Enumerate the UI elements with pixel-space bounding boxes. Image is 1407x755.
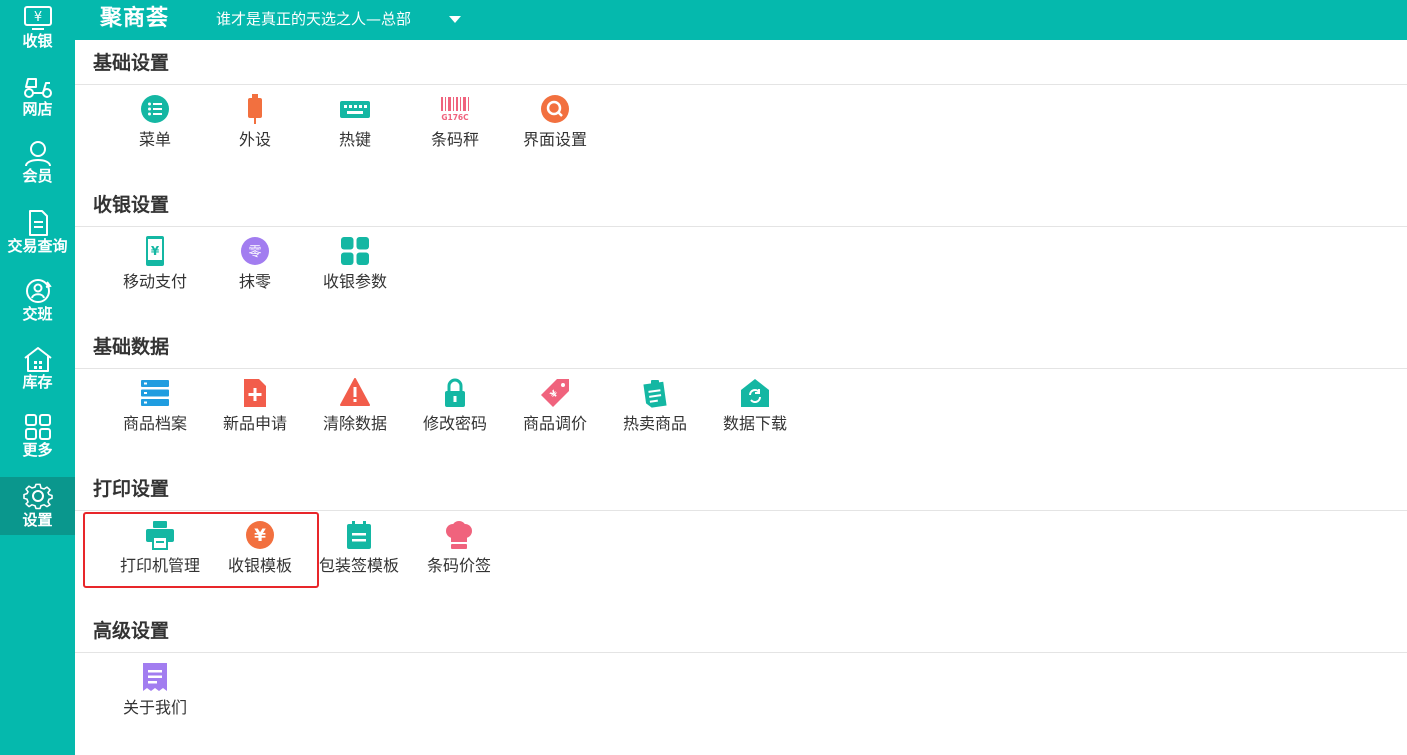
- barcode-icon: G176C: [441, 97, 469, 122]
- chef-hat-icon: [446, 521, 472, 549]
- lock-icon: [445, 378, 465, 407]
- sidebar-item-shift[interactable]: 交班: [0, 278, 75, 336]
- tile-label: 关于我们: [122, 698, 187, 717]
- hot-sale-icon: [643, 380, 667, 408]
- tile-label: 界面设置: [522, 130, 587, 149]
- tile-label: 抹零: [238, 272, 271, 291]
- tile-packaging-label-template[interactable]: 包装签模板: [309, 520, 409, 580]
- tile-label: 移动支付: [122, 272, 187, 291]
- grid-icon: [24, 414, 51, 440]
- tile-clear-data[interactable]: 清除数据: [305, 378, 405, 438]
- tile-label: 商品档案: [122, 414, 187, 433]
- sidebar-item-label: 会员: [22, 167, 53, 185]
- sidebar: ¥ 收银 网店 会员 交易查询 交班 库存 更多 设置: [0, 0, 75, 755]
- section-divider: [75, 652, 1407, 653]
- tile-change-password[interactable]: 修改密码: [405, 378, 505, 438]
- parameters-icon: [341, 237, 369, 265]
- highlight-box: [83, 512, 319, 588]
- tile-label: 修改密码: [422, 414, 487, 433]
- mobile-pay-icon: ¥: [146, 236, 164, 266]
- warehouse-icon: [23, 347, 52, 372]
- gear-icon: [22, 483, 53, 510]
- sidebar-item-label: 交班: [22, 305, 53, 323]
- tile-label: 数据下载: [722, 414, 787, 433]
- cashier-icon: ¥: [23, 6, 52, 30]
- tile-round-off[interactable]: 零 抹零: [205, 236, 305, 296]
- app-logo: 聚商荟: [100, 6, 170, 31]
- section-divider: [75, 368, 1407, 369]
- warning-icon: [340, 378, 370, 406]
- round-off-icon: 零: [241, 237, 269, 265]
- top-bar: 聚商荟 谁才是真正的天选之人—总部: [75, 0, 1407, 40]
- document-icon: [28, 210, 48, 236]
- price-tag-icon: ¥: [541, 379, 569, 407]
- tile-about-us[interactable]: 关于我们: [105, 662, 205, 722]
- tile-hotkey[interactable]: 热键: [305, 94, 405, 154]
- tile-peripheral[interactable]: 外设: [205, 94, 305, 154]
- tile-label: 包装签模板: [318, 556, 399, 575]
- new-product-icon: [244, 379, 266, 407]
- tile-label: 条码价签: [426, 556, 491, 575]
- tile-label: 商品调价: [522, 414, 587, 433]
- tile-new-product[interactable]: 新品申请: [205, 378, 305, 438]
- delivery-scooter-icon: [23, 78, 52, 98]
- sidebar-item-cashier[interactable]: ¥ 收银: [0, 5, 75, 63]
- tile-hot-sale[interactable]: 热卖商品: [605, 378, 705, 438]
- sidebar-item-label: 设置: [22, 511, 53, 529]
- tile-label: 条码秤: [430, 130, 479, 149]
- tile-label: 收银参数: [322, 272, 387, 291]
- tile-label: 外设: [238, 130, 271, 149]
- section-title-print-settings: 打印设置: [93, 478, 170, 500]
- tile-barcode-scale[interactable]: G176C 条码秤: [405, 94, 505, 154]
- calendar-icon: [347, 521, 371, 549]
- tile-price-adjust[interactable]: ¥ 商品调价: [505, 378, 605, 438]
- round-off-icon-text: 零: [248, 245, 261, 260]
- svg-text:¥: ¥: [151, 244, 160, 258]
- tile-label: 清除数据: [322, 414, 387, 433]
- keyboard-icon: [340, 101, 370, 118]
- shift-icon: [25, 279, 52, 303]
- section-title-cashier-settings: 收银设置: [93, 194, 170, 216]
- sidebar-item-member[interactable]: 会员: [0, 140, 75, 198]
- peripheral-icon: [248, 94, 262, 124]
- tile-label: 热键: [338, 130, 371, 149]
- tile-mobile-pay[interactable]: ¥ 移动支付: [105, 236, 205, 296]
- barcode-icon-text: G176C: [441, 113, 469, 122]
- section-divider: [75, 510, 1407, 511]
- tile-product-archive[interactable]: 商品档案: [105, 378, 205, 438]
- sidebar-item-inventory[interactable]: 库存: [0, 346, 75, 404]
- tile-cashier-parameters[interactable]: 收银参数: [305, 236, 405, 296]
- chevron-down-icon[interactable]: [449, 16, 461, 23]
- section-title-basic-settings: 基础设置: [93, 52, 170, 74]
- settings-panel: 基础设置 菜单 外设 热键 G176C 条码秤 界面设置 收银设置 ¥ 移动支付…: [75, 40, 1407, 755]
- data-download-icon: [741, 379, 769, 407]
- sidebar-item-label: 收银: [22, 32, 53, 50]
- store-selector[interactable]: 谁才是真正的天选之人—总部: [216, 9, 411, 29]
- tile-label: 热卖商品: [622, 414, 687, 433]
- section-divider: [75, 84, 1407, 85]
- member-icon: [24, 141, 51, 166]
- sidebar-item-transactions[interactable]: 交易查询: [0, 210, 75, 268]
- section-title-advanced-settings: 高级设置: [93, 620, 170, 642]
- tile-menu[interactable]: 菜单: [105, 94, 205, 154]
- sidebar-item-more[interactable]: 更多: [0, 414, 75, 472]
- sidebar-item-settings[interactable]: 设置: [0, 477, 75, 535]
- section-divider: [75, 226, 1407, 227]
- sidebar-item-label: 交易查询: [7, 237, 68, 255]
- interface-search-icon: [541, 95, 569, 123]
- sidebar-item-label: 库存: [22, 373, 53, 391]
- sidebar-item-online-store[interactable]: 网店: [0, 73, 75, 131]
- product-archive-icon: [141, 380, 169, 406]
- about-icon: [143, 663, 167, 691]
- menu-list-icon: [141, 95, 169, 123]
- section-title-basic-data: 基础数据: [93, 336, 170, 358]
- tile-barcode-price-label[interactable]: 条码价签: [409, 520, 509, 580]
- tile-label: 菜单: [138, 130, 171, 149]
- tile-label: 新品申请: [222, 414, 287, 433]
- tile-data-download[interactable]: 数据下载: [705, 378, 805, 438]
- sidebar-item-label: 网店: [22, 100, 53, 118]
- svg-text:¥: ¥: [33, 10, 41, 25]
- sidebar-item-label: 更多: [22, 441, 53, 459]
- tile-interface-settings[interactable]: 界面设置: [505, 94, 605, 154]
